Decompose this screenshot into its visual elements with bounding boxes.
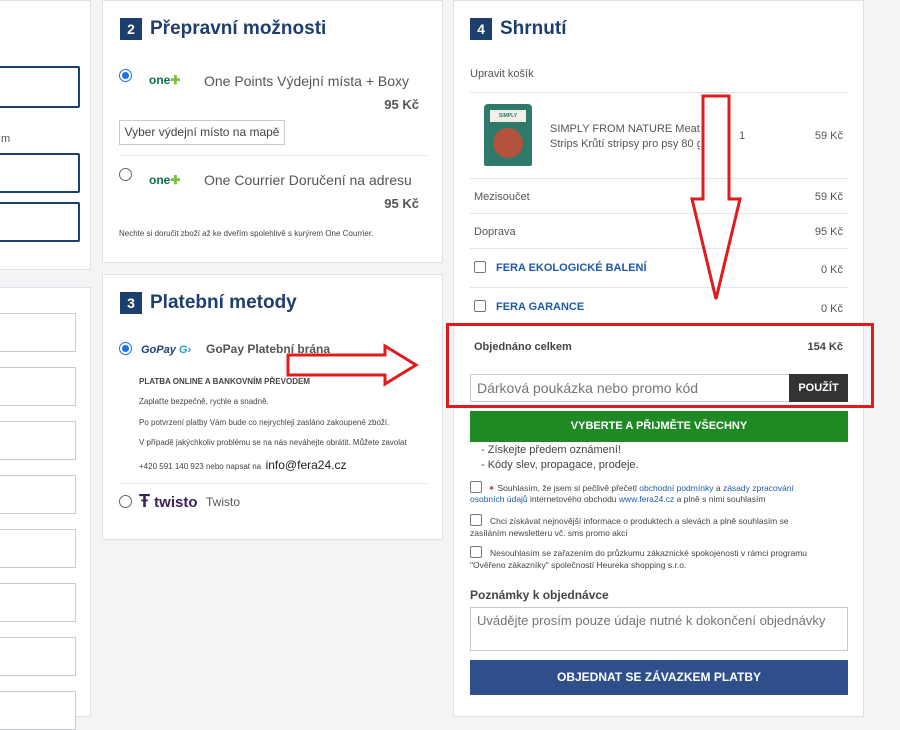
shipping-option-label-2[interactable]: One Courrier Doručení na adresu (204, 172, 412, 188)
contact-input-2[interactable] (0, 153, 80, 193)
eco-packaging-label[interactable]: FERA EKOLOGICKÉ BALENÍ (496, 262, 647, 274)
gopay-contact: +420 591 140 923 nebo napsat na info@fer… (139, 456, 346, 474)
gopay-phone: +420 591 140 923 nebo napsat na (139, 462, 262, 471)
twisto-label[interactable]: Twisto (206, 495, 240, 509)
heureka-consent-text-2: "Ověřeno zákazníky" společností Heureka … (470, 560, 687, 570)
shipping-option-label-1[interactable]: One Points Výdejní místa + Boxy (204, 73, 409, 89)
divider (470, 178, 848, 179)
guarantee-checkbox[interactable] (474, 300, 486, 312)
divider (470, 92, 848, 93)
shipping-panel: 2 Přepravní možnosti one✚ One Points Výde… (102, 0, 443, 263)
heureka-consent-checkbox[interactable] (470, 546, 482, 558)
section-title: Platební metody (150, 292, 297, 313)
benefit-2: - Kódy slev, propagace, prodeje. (481, 459, 639, 471)
product-name-line1[interactable]: SIMPLY FROM NATURE Meat (550, 123, 700, 135)
address-input-8[interactable] (0, 691, 76, 730)
order-notes-textarea[interactable] (470, 607, 848, 651)
address-input-7[interactable] (0, 637, 76, 676)
divider (470, 213, 848, 214)
contact-panel: m (0, 0, 91, 270)
product-price: 59 Kč (814, 130, 843, 142)
eco-packaging-value: 0 Kč (820, 264, 843, 276)
section-title: Přepravní možnosti (150, 18, 327, 39)
shipping-option-radio-1[interactable] (119, 69, 132, 82)
step-number: 4 (470, 18, 492, 40)
privacy-link-2[interactable]: osobních údajů (470, 494, 528, 504)
payment-option-radio-gopay[interactable] (119, 342, 132, 355)
terms-consent-text-2: osobních údajů internetového obchodu www… (470, 494, 766, 504)
address-input-3[interactable] (0, 421, 76, 460)
step-number: 2 (120, 18, 142, 40)
payment-panel: 3 Platební metody GoPay G› GoPay Platební… (102, 274, 443, 540)
divider (119, 155, 427, 156)
highlight-box (446, 323, 874, 408)
section-title: Shrnutí (500, 18, 567, 39)
gopay-logo: GoPay G› (141, 344, 192, 356)
newsletter-consent-text-2: zasíláním newsletteru vč. sms promo akcí (470, 528, 628, 538)
address-input-2[interactable] (0, 367, 76, 406)
gopay-desc-2: Po potvrzení platby Vám bude co nejrychl… (139, 418, 390, 427)
shipping-option-price-1: 95 Kč (384, 97, 419, 112)
eco-packaging-checkbox[interactable] (474, 261, 486, 273)
edit-cart-link[interactable]: Upravit košík (470, 68, 534, 80)
down-arrow-annotation (690, 94, 742, 300)
address-input-4[interactable] (0, 475, 76, 514)
benefit-1: - Získejte předem oznámení! (481, 444, 622, 456)
one-logo: one✚ (149, 173, 181, 187)
shipping-note: Nechte si doručit zboží až ke dveřím spo… (119, 229, 374, 238)
product-image[interactable]: SIMPLY (484, 104, 532, 166)
summary-header: 4 Shrnutí (470, 18, 567, 40)
subtotal-label: Mezisoučet (474, 191, 530, 203)
twisto-logo: Ŧ twisto (139, 491, 198, 511)
privacy-link-1[interactable]: zásady zpracování (723, 483, 794, 493)
shipping-cost-label: Doprava (474, 226, 516, 238)
shipping-option-radio-2[interactable] (119, 168, 132, 181)
shipping-header: 2 Přepravní možnosti (120, 18, 326, 40)
site-link[interactable]: www.fera24.cz (619, 494, 674, 504)
place-order-button[interactable]: OBJEDNAT SE ZÁVAZKEM PLATBY (470, 660, 848, 695)
payment-header: 3 Platební metody (120, 292, 297, 314)
step-number: 3 (120, 292, 142, 314)
address-panel (0, 287, 91, 730)
heureka-consent-text-1: Nesouhlasím se zařazením do průzkumu zák… (490, 548, 807, 558)
one-logo: one✚ (149, 73, 181, 87)
divider (470, 287, 848, 288)
contact-input-1[interactable] (0, 66, 80, 108)
pickup-map-button[interactable]: Vyber výdejní místo na mapě (119, 120, 285, 145)
guarantee-value: 0 Kč (820, 303, 843, 315)
divider (470, 248, 848, 249)
right-arrow-annotation (286, 343, 419, 387)
contact-input-3[interactable] (0, 202, 80, 242)
contact-field-label-fragment: m (1, 133, 11, 145)
accept-all-button[interactable]: VYBERTE A PŘIJMĚTE VŠECHNY (470, 411, 848, 442)
address-input-1[interactable] (0, 313, 76, 352)
gopay-email-link[interactable]: info@fera24.cz (266, 458, 347, 472)
terms-consent-text-1: ✶ Souhlasím, že jsem si pečlivě přečetl … (488, 483, 794, 493)
address-input-5[interactable] (0, 529, 76, 568)
payment-option-radio-twisto[interactable] (119, 495, 132, 508)
address-input-6[interactable] (0, 583, 76, 622)
newsletter-consent-text-1: Chci získávat nejnovější informace o pro… (490, 516, 789, 526)
order-notes-label: Poznámky k objednávce (470, 588, 609, 602)
subtotal-value: 59 Kč (814, 191, 843, 203)
guarantee-label[interactable]: FERA GARANCE (496, 301, 584, 313)
shipping-cost-value: 95 Kč (814, 226, 843, 238)
gopay-desc-1: Zaplaťte bezpečně, rychle a snadně. (139, 397, 269, 406)
terms-link[interactable]: obchodní podmínky (639, 483, 713, 493)
shipping-option-price-2: 95 Kč (384, 196, 419, 211)
gopay-desc-3: V případě jakýchkoliv problému se na nás… (139, 438, 407, 447)
product-name-line2[interactable]: Strips Krůtí stripsy pro psy 80 g (550, 138, 700, 150)
divider (119, 483, 427, 484)
newsletter-consent-checkbox[interactable] (470, 514, 482, 526)
